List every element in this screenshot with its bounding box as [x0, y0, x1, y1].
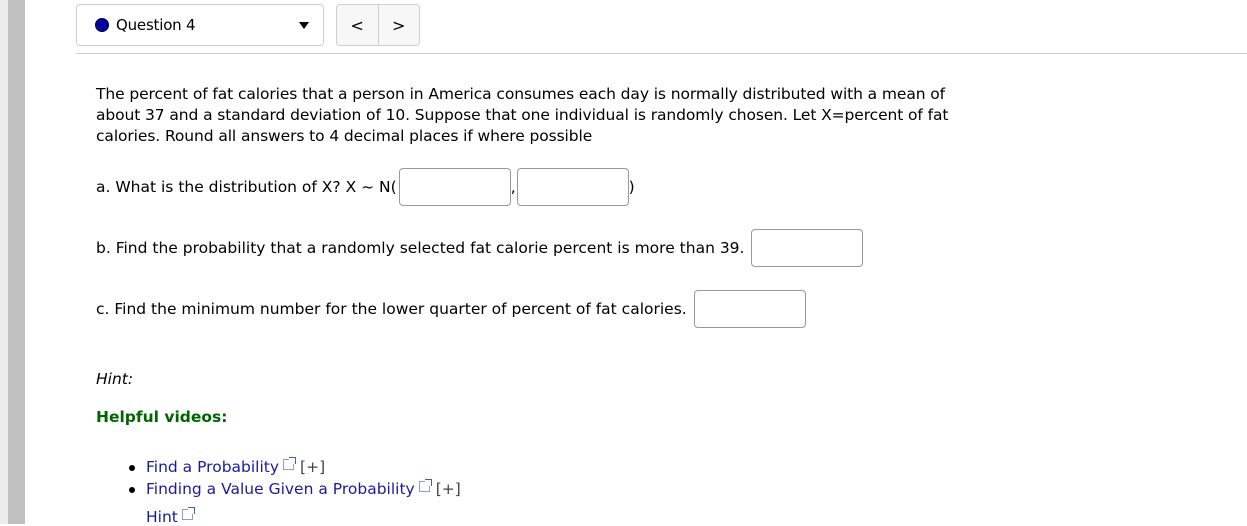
external-link-icon — [418, 479, 432, 492]
expand-button[interactable]: [+] — [436, 480, 461, 498]
list-item: Finding a Value Given a Probability [+] — [126, 478, 461, 500]
question-selector-label: Question 4 — [116, 16, 196, 34]
next-question-button[interactable]: > — [377, 5, 420, 45]
status-dot-icon — [95, 18, 109, 32]
video-link-finding-value[interactable]: Finding a Value Given a Probability — [146, 480, 415, 498]
part-c-label: c. Find the minimum number for the lower… — [96, 300, 687, 318]
external-link-icon — [283, 457, 297, 470]
external-link-icon — [181, 507, 195, 520]
scroll-rail — [8, 0, 25, 524]
part-c: c. Find the minimum number for the lower… — [96, 290, 806, 328]
part-b-label: b. Find the probability that a randomly … — [96, 239, 745, 257]
part-b: b. Find the probability that a randomly … — [96, 229, 864, 267]
caret-down-icon — [299, 22, 309, 29]
question-text: The percent of fat calories that a perso… — [96, 85, 949, 145]
question-nav: < > — [336, 4, 420, 46]
probability-input[interactable] — [751, 229, 864, 267]
std-dev-input[interactable] — [516, 168, 629, 206]
part-a: a. What is the distribution of X? X ~ N(… — [96, 168, 635, 206]
video-list: Find a Probability [+] Finding a Value Gi… — [126, 456, 461, 500]
question-body: The percent of fat calories that a perso… — [96, 84, 986, 147]
prev-question-button[interactable]: < — [337, 5, 378, 45]
left-rail — [0, 0, 8, 524]
hint-label: Hint: — [96, 370, 134, 388]
mean-input[interactable] — [398, 168, 511, 206]
list-item: Find a Probability [+] — [126, 456, 461, 478]
header-divider — [76, 53, 1247, 54]
question-selector[interactable]: Question 4 — [76, 4, 324, 46]
hint-link-row: Hint — [146, 507, 195, 526]
video-link-find-probability[interactable]: Find a Probability — [146, 458, 279, 476]
hint-link[interactable]: Hint — [146, 508, 178, 526]
lower-quarter-input[interactable] — [693, 290, 806, 328]
helpful-videos-heading: Helpful videos: — [96, 408, 228, 426]
close-paren: ) — [628, 178, 635, 196]
part-a-label: a. What is the distribution of X? X ~ N( — [96, 178, 397, 196]
expand-button[interactable]: [+] — [300, 458, 325, 476]
comma-separator: , — [510, 178, 516, 196]
